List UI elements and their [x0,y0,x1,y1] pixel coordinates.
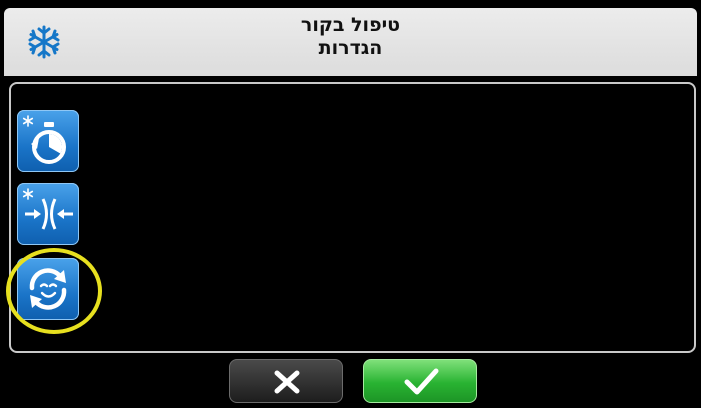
header-bar: טיפול בקור הגדרות [4,8,697,76]
confirm-button[interactable] [363,359,477,403]
settings-panel [9,82,696,353]
cold-timer-icon [22,115,66,164]
close-icon [274,370,300,394]
check-icon [404,368,439,395]
selection-highlight-circle [6,248,102,334]
cold-therapy-settings-screen: טיפול בקור הגדרות [0,0,701,408]
cold-compress-button[interactable] [17,183,79,245]
title-line-settings: הגדרות [318,36,383,59]
cold-compress-icon [22,188,73,230]
cold-timer-button[interactable] [17,110,79,172]
cancel-button[interactable] [229,359,343,403]
title-line-cold-therapy: טיפול בקור [300,14,401,36]
page-title: טיפול בקור הגדרות [4,14,697,60]
